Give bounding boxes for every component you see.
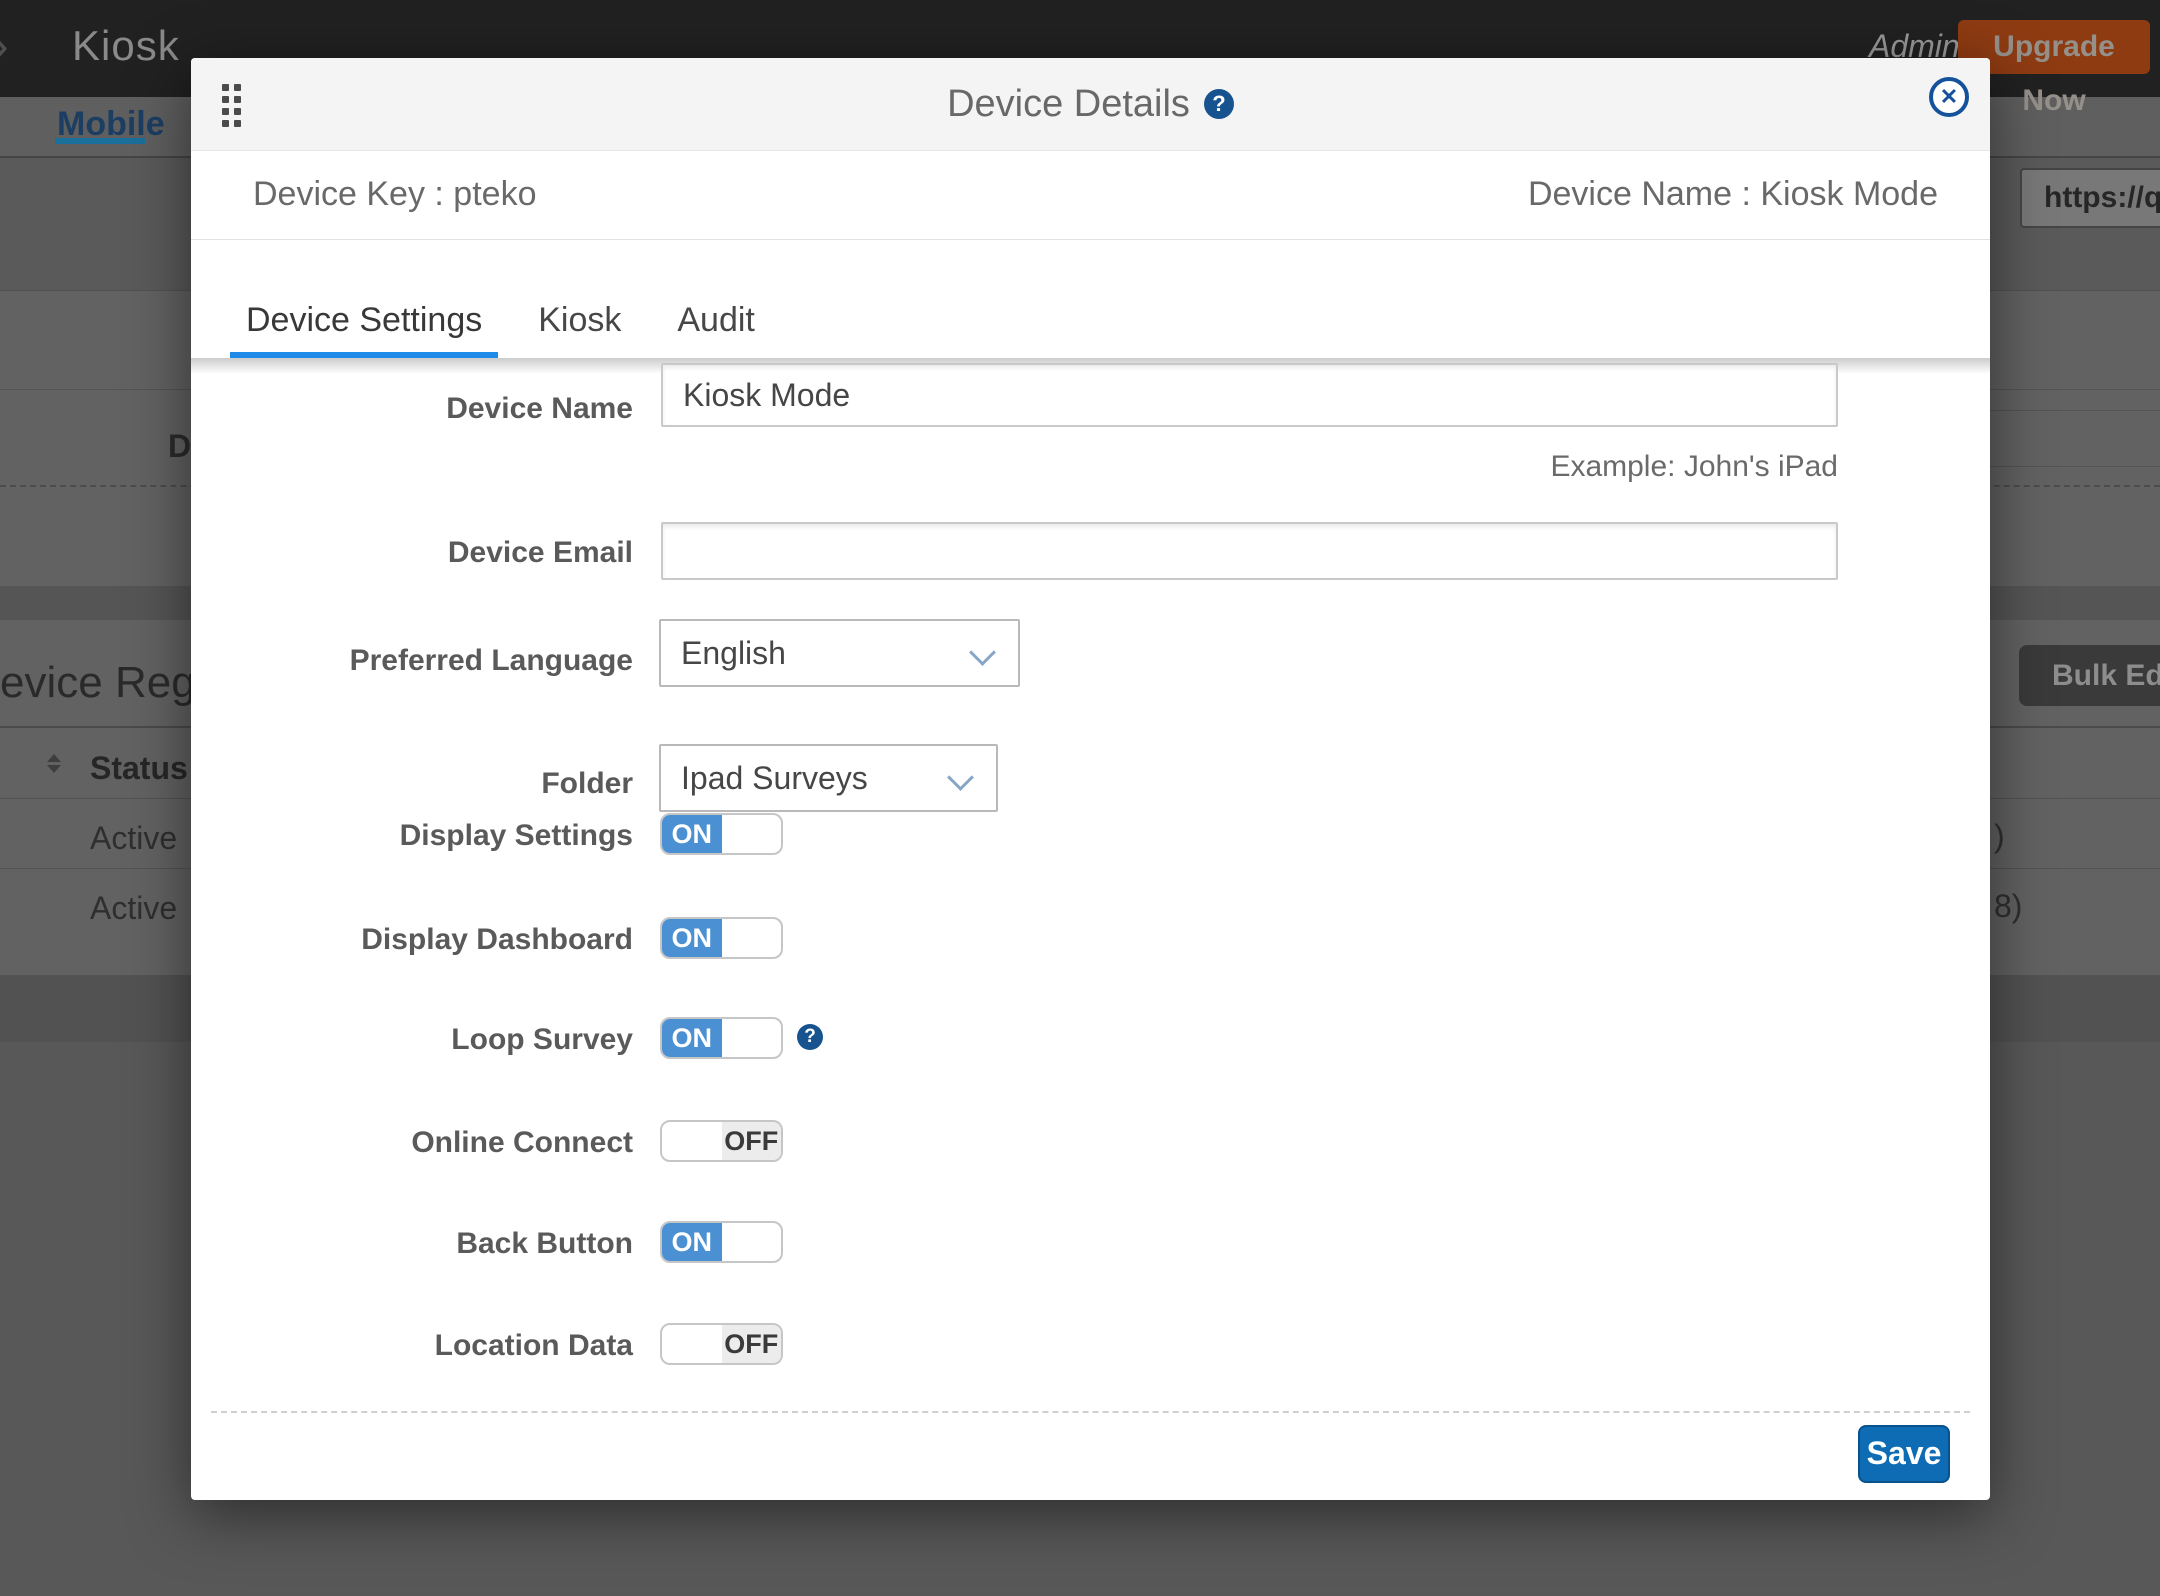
- display-dashboard-label: Display Dashboard: [361, 923, 633, 957]
- toggle-off-label: OFF: [722, 1122, 782, 1160]
- help-icon[interactable]: ?: [1204, 89, 1234, 119]
- loop-survey-toggle[interactable]: ON OFF: [660, 1017, 783, 1059]
- folder-select[interactable]: Ipad Surveys: [659, 744, 998, 812]
- preferred-language-label: Preferred Language: [350, 644, 633, 678]
- table-row-status: Active: [90, 820, 177, 857]
- online-connect-label: Online Connect: [411, 1126, 633, 1160]
- toggle-on-label: ON: [662, 1223, 722, 1261]
- device-name-text: Device Name : Kiosk Mode: [1528, 175, 1938, 214]
- tab-device-settings[interactable]: Device Settings: [230, 288, 498, 358]
- page-title: Kiosk: [72, 22, 180, 70]
- url-input[interactable]: https://qa.: [2020, 168, 2160, 228]
- table-row-partial: 8): [1994, 888, 2022, 925]
- device-info-row: Device Key : pteko Device Name : Kiosk M…: [191, 150, 1990, 240]
- row-divider: [1990, 466, 2160, 467]
- device-name-input[interactable]: [661, 363, 1838, 427]
- row-divider: [1990, 410, 2160, 411]
- footer-dashed-divider: [211, 1411, 1970, 1413]
- modal-tab-bar: Device Settings Kiosk Audit: [191, 240, 1990, 358]
- device-details-modal: Device Details ? ✕ Device Key : pteko De…: [191, 58, 1990, 1500]
- online-connect-toggle[interactable]: ON OFF: [660, 1120, 783, 1162]
- preferred-language-select[interactable]: English: [659, 619, 1020, 687]
- tab-kiosk[interactable]: Kiosk: [522, 288, 637, 358]
- modal-header: Device Details ? ✕: [191, 58, 1990, 151]
- close-icon[interactable]: ✕: [1929, 77, 1969, 117]
- tab-audit[interactable]: Audit: [661, 288, 771, 358]
- device-email-input[interactable]: [661, 522, 1838, 580]
- background-partial-label: D: [168, 428, 191, 465]
- bulk-edit-devices-button[interactable]: Bulk Edit Dev: [2019, 645, 2160, 706]
- sort-down-icon: [47, 765, 61, 773]
- toggle-on-label: ON: [662, 1019, 722, 1057]
- device-name-label: Device Name: [446, 392, 633, 426]
- folder-label: Folder: [541, 767, 633, 801]
- device-email-label: Device Email: [448, 536, 633, 570]
- modal-title: Device Details: [947, 83, 1190, 126]
- back-button-label: Back Button: [456, 1227, 633, 1261]
- toggle-off-label: OFF: [722, 1325, 782, 1363]
- preferred-language-value: English: [681, 635, 786, 672]
- chevron-down-icon: [969, 639, 996, 666]
- table-row-partial: ): [1994, 818, 2005, 855]
- device-name-hint: Example: John's iPad: [1550, 450, 1838, 484]
- table-row-status: Active: [90, 890, 177, 927]
- sort-arrows-icon[interactable]: [47, 754, 61, 774]
- screen: Mobile https://qa. D evice Registr Bulk …: [0, 0, 2160, 1596]
- toggle-on-label: ON: [662, 919, 722, 957]
- breadcrumb-chevron-icon[interactable]: ›: [0, 16, 9, 74]
- toggle-on-label: ON: [662, 815, 722, 853]
- display-settings-toggle[interactable]: ON OFF: [660, 813, 783, 855]
- sort-up-icon: [47, 754, 61, 762]
- display-settings-label: Display Settings: [400, 819, 633, 853]
- location-data-toggle[interactable]: ON OFF: [660, 1323, 783, 1365]
- device-key-text: Device Key : pteko: [253, 175, 536, 214]
- loop-survey-help-icon[interactable]: ?: [797, 1024, 823, 1050]
- location-data-label: Location Data: [435, 1329, 633, 1363]
- modal-title-row: Device Details ?: [191, 58, 1990, 150]
- back-button-toggle[interactable]: ON OFF: [660, 1221, 783, 1263]
- loop-survey-label: Loop Survey: [451, 1023, 633, 1057]
- save-button[interactable]: Save: [1858, 1425, 1950, 1483]
- chevron-down-icon: [947, 764, 974, 791]
- mobile-tab-underline: [55, 138, 145, 144]
- status-column-header[interactable]: Status: [90, 750, 188, 787]
- folder-value: Ipad Surveys: [681, 760, 868, 797]
- display-dashboard-toggle[interactable]: ON OFF: [660, 917, 783, 959]
